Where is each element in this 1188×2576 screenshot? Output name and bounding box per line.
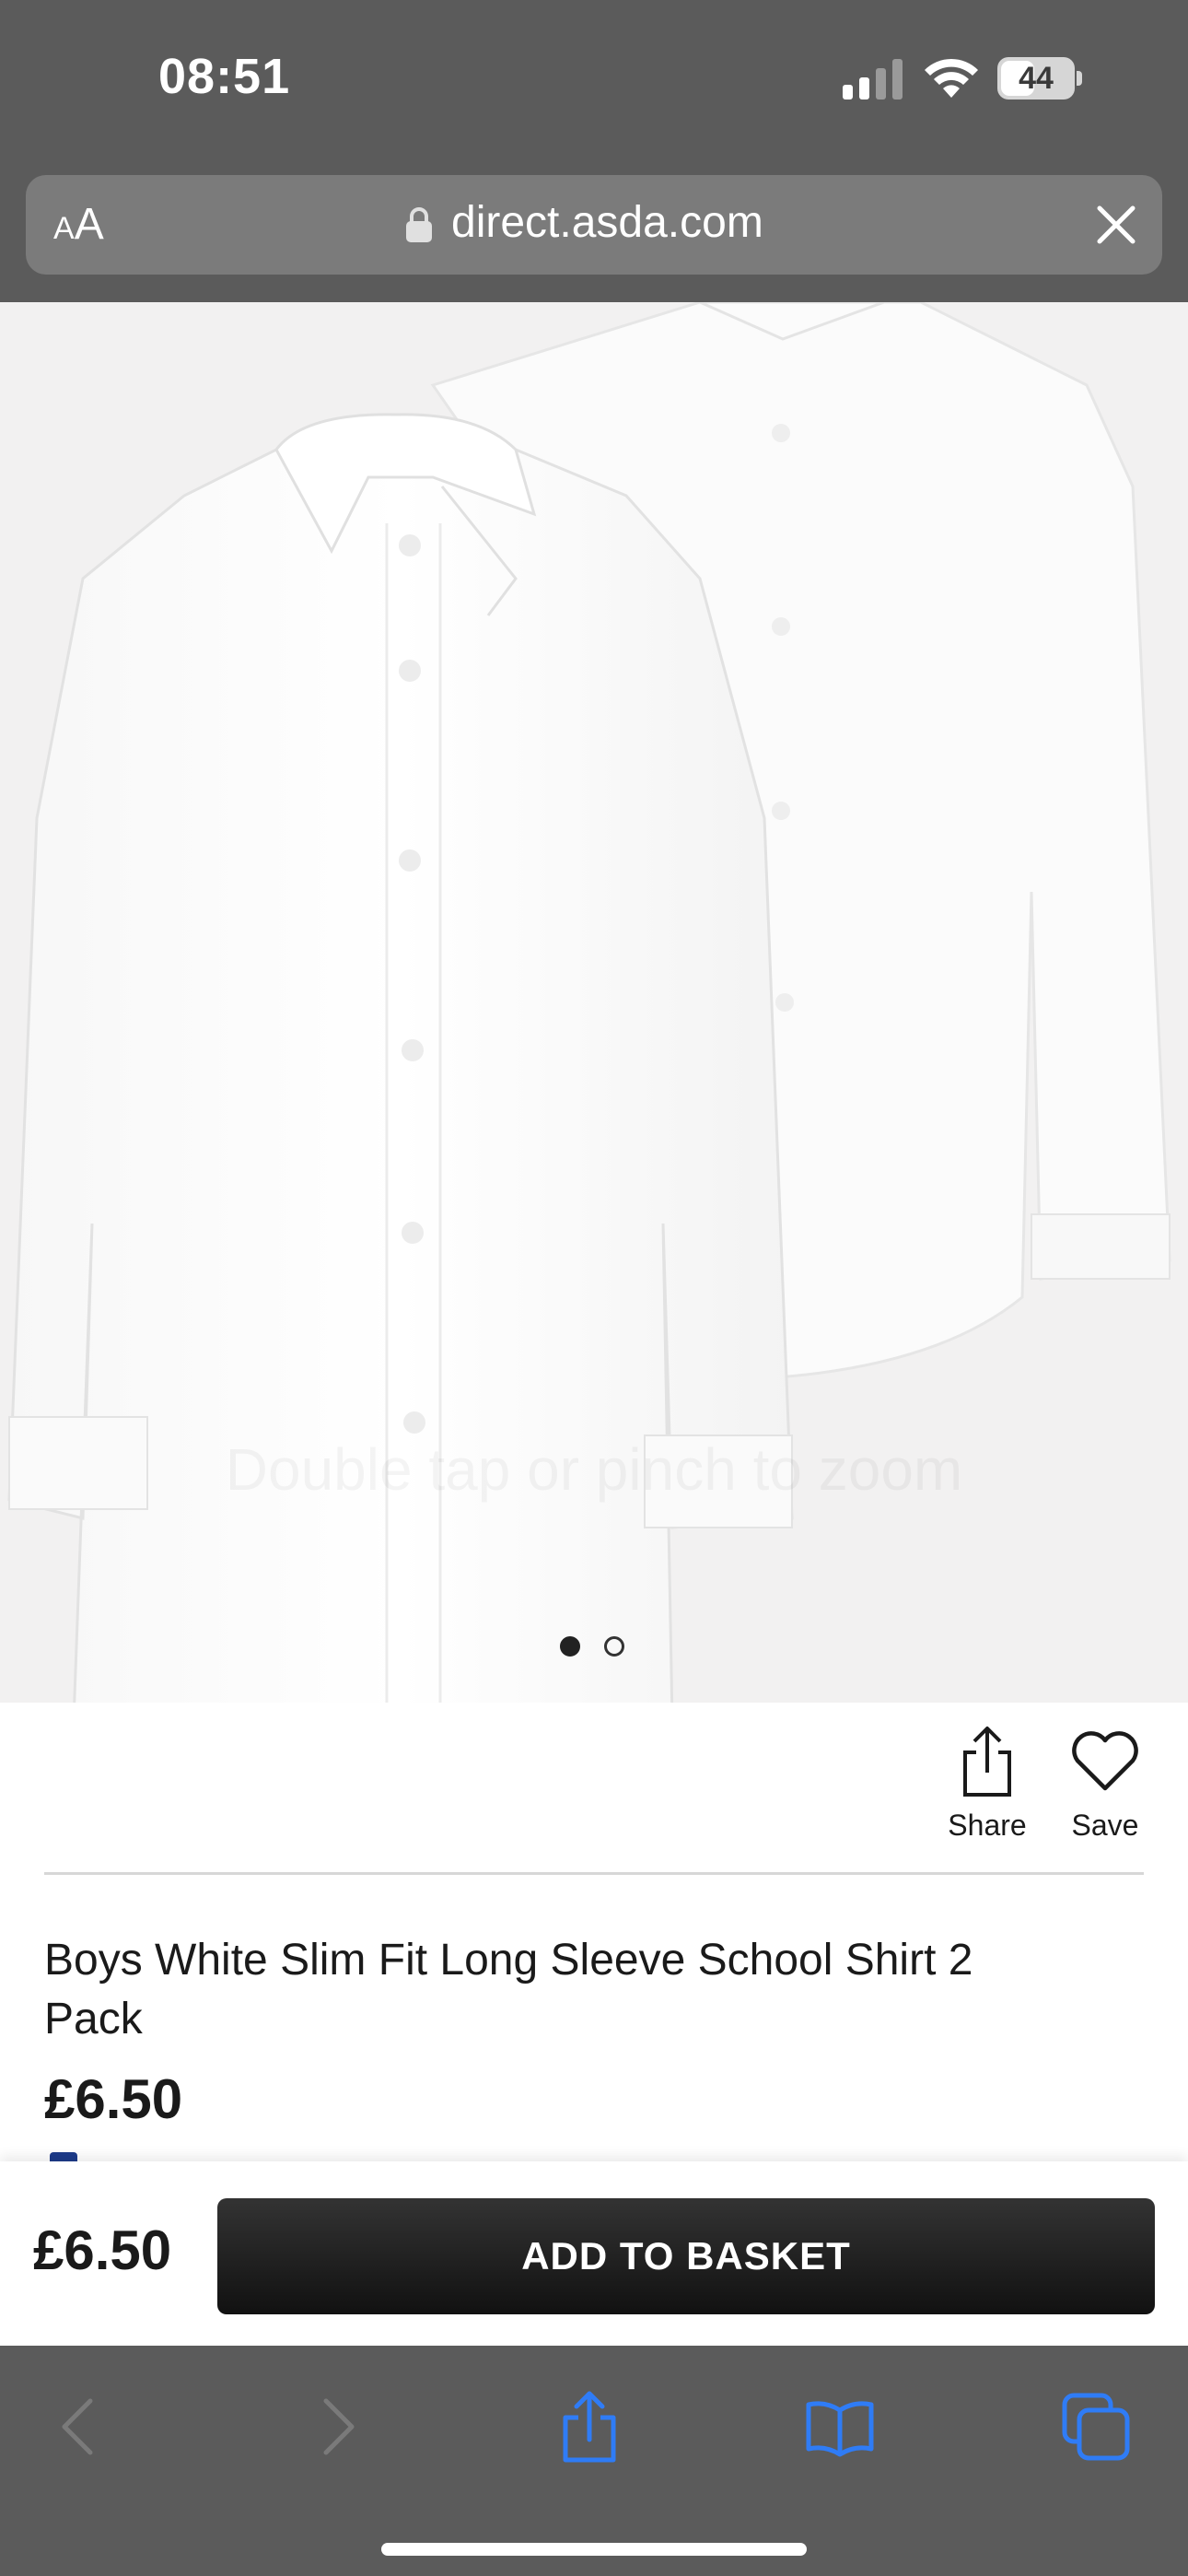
status-time: 08:51 [158,49,291,104]
product-image-gallery[interactable]: Double tap or pinch to zoom [0,302,1188,1703]
divider [44,1872,1144,1875]
chevron-left-icon[interactable] [42,2390,116,2464]
save-button[interactable]: Save [1061,1725,1149,1843]
battery-icon: 44 [997,57,1082,100]
close-icon[interactable] [1094,203,1138,247]
save-label: Save [1071,1809,1139,1842]
home-indicator [381,2543,807,2556]
wifi-icon [925,58,978,98]
address-bar[interactable]: AA direct.asda.com [26,175,1162,275]
add-to-basket-button[interactable]: ADD TO BASKET [217,2198,1155,2314]
gallery-dot-1[interactable] [560,1636,580,1657]
signal-icon [843,59,903,100]
sticky-basket-bar: £6.50 ADD TO BASKET [0,2161,1188,2346]
book-icon[interactable] [803,2390,877,2464]
chevron-right-icon[interactable] [300,2390,374,2464]
basket-bar-price: £6.50 [33,2219,172,2281]
heart-icon [1072,1731,1138,1791]
tabs-icon[interactable] [1059,2390,1133,2464]
browser-toolbar [0,2346,1188,2576]
partially-hidden-logo [50,2152,77,2161]
lock-icon [406,207,432,242]
product-title: Boys White Slim Fit Long Sleeve School S… [44,1936,973,2043]
zoom-hint: Double tap or pinch to zoom [0,1435,1188,1504]
browser-top-chrome: 08:51 44 AA direct.asda.com [0,0,1188,302]
share-button[interactable]: Share [941,1725,1033,1843]
share-label: Share [948,1809,1027,1842]
battery-level: 44 [1019,61,1054,96]
gallery-pagination[interactable] [560,1636,624,1658]
share-icon[interactable] [553,2390,626,2464]
reader-settings-button[interactable]: AA [53,199,104,250]
share-icon [963,1727,1011,1797]
url-text[interactable]: direct.asda.com [451,197,763,248]
product-price: £6.50 [44,2068,183,2130]
gallery-dot-2[interactable] [604,1636,624,1657]
